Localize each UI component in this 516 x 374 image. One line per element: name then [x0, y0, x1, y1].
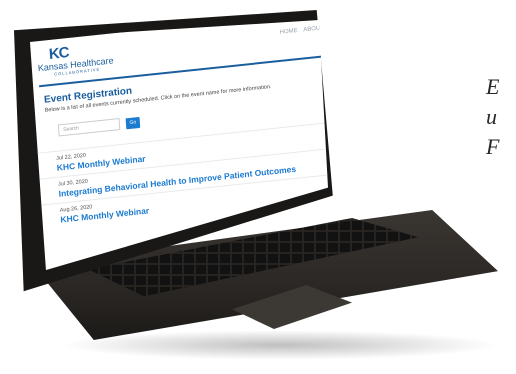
event-list: Jul 22, 2020 KHC Monthly Webinar Jul 30,…	[37, 118, 328, 231]
partial-side-text: E u F	[486, 72, 499, 162]
nav-about-link[interactable]: ABOUT US	[303, 24, 328, 33]
side-text-line: E	[486, 74, 500, 99]
search-input[interactable]: Search	[57, 118, 121, 137]
nav-home-link[interactable]: HOME	[280, 28, 298, 36]
side-text-line: u	[486, 104, 497, 129]
search-go-button[interactable]: Go	[125, 116, 141, 129]
side-text-line: F	[486, 134, 500, 159]
site-nav: HOME ABOUT US	[276, 24, 328, 36]
